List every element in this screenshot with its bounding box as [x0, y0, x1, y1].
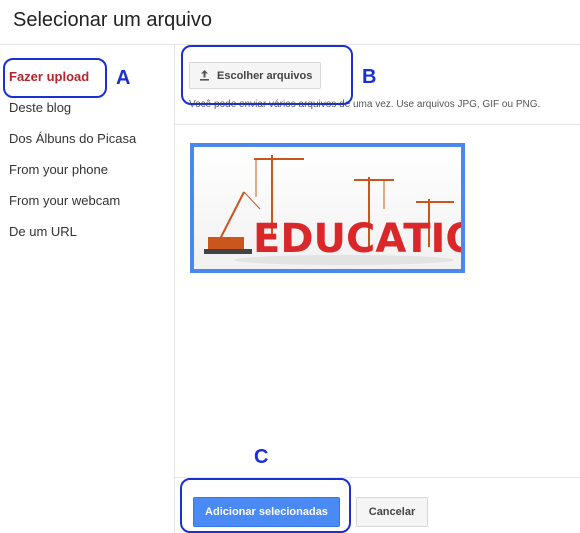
- content-divider: [175, 124, 580, 125]
- callout-box-c: [180, 478, 351, 533]
- image-thumbnail[interactable]: EDUCATION: [190, 143, 465, 273]
- sidebar-item-this-blog[interactable]: Deste blog: [9, 100, 71, 115]
- callout-label-c: C: [254, 446, 269, 468]
- dialog-title: Selecionar um arquivo: [13, 9, 212, 31]
- sidebar-item-url[interactable]: De um URL: [9, 224, 77, 239]
- callout-label-b: B: [362, 66, 377, 88]
- sidebar-item-picasa[interactable]: Dos Álbuns do Picasa: [9, 131, 136, 146]
- sidebar: Fazer upload Deste blog Dos Álbuns do Pi…: [0, 45, 174, 533]
- sidebar-divider: [174, 45, 175, 533]
- sidebar-item-phone[interactable]: From your phone: [9, 162, 108, 177]
- callout-label-a: A: [116, 67, 131, 89]
- sidebar-item-webcam[interactable]: From your webcam: [9, 193, 120, 208]
- callout-box-a: [3, 58, 107, 98]
- callout-box-b: [181, 45, 353, 105]
- cancel-button[interactable]: Cancelar: [356, 497, 428, 527]
